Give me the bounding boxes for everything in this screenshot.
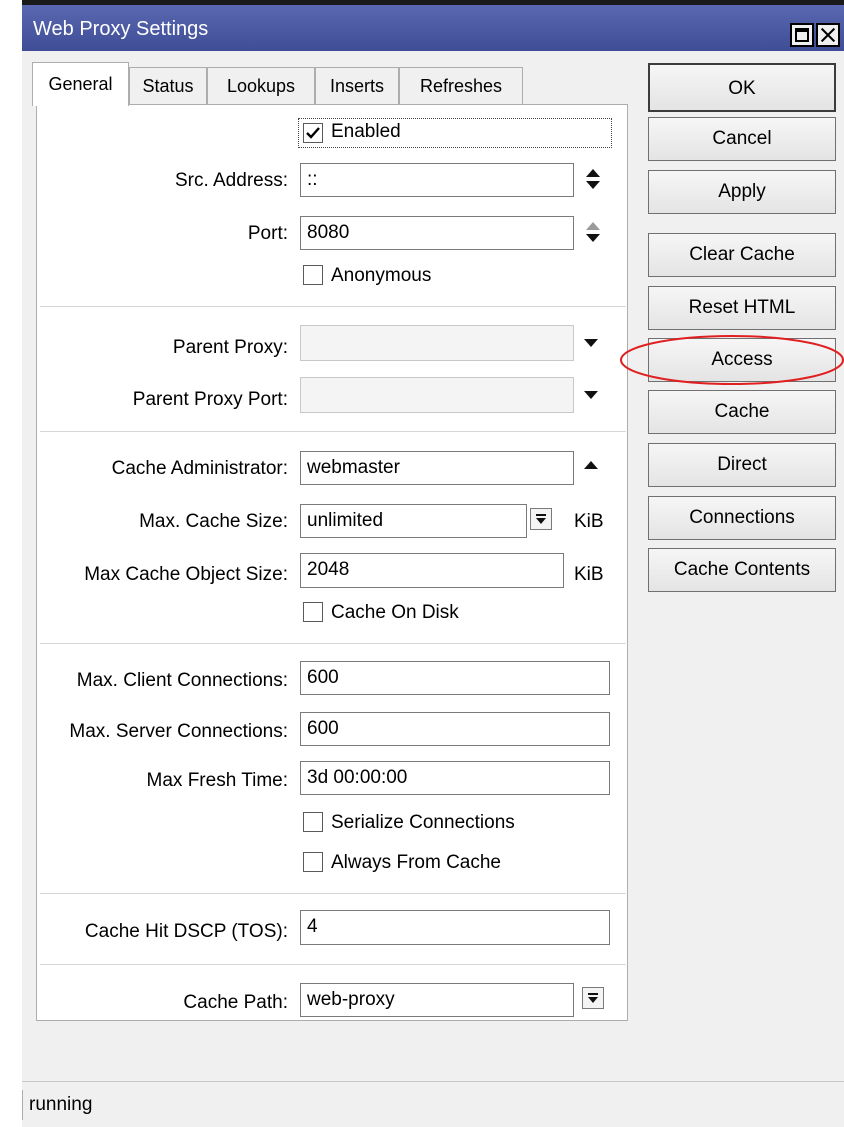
separator [40,643,626,644]
src-address-input[interactable]: :: [300,163,574,197]
parent-proxy-label: Parent Proxy: [172,337,288,358]
direct-button[interactable]: Direct [648,443,836,487]
serialize-connections-label: Serialize Connections [331,812,515,833]
max-cache-size-dropdown[interactable] [530,508,552,530]
cache-path-dropdown[interactable] [582,987,604,1009]
separator [40,893,626,894]
cache-path-input[interactable]: web-proxy [300,983,574,1017]
cache-administrator-input[interactable]: webmaster [300,451,574,485]
clear-cache-button[interactable]: Clear Cache [648,233,836,277]
dropdown-icon [536,514,546,524]
anonymous-label: Anonymous [331,265,432,286]
max-cache-object-size-input[interactable]: 2048 [300,553,564,588]
port-input[interactable]: 8080 [300,216,574,250]
max-cache-size-unit: KiB [574,511,604,532]
checkmark-icon [306,127,320,139]
up-down-arrows-icon[interactable] [585,168,601,190]
tab-refreshes[interactable]: Refreshes [399,67,523,104]
title-bar[interactable]: Web Proxy Settings [22,5,844,51]
max-cache-object-size-label: Max Cache Object Size: [84,564,288,585]
separator [40,306,626,307]
status-bar [22,1081,844,1127]
always-from-cache-label: Always From Cache [331,852,501,873]
parent-proxy-input[interactable] [300,325,574,361]
cancel-button[interactable]: Cancel [648,117,836,161]
connections-button[interactable]: Connections [648,496,836,540]
dropdown-icon [588,993,598,1003]
tab-status[interactable]: Status [129,67,207,104]
max-client-connections-label: Max. Client Connections: [76,670,288,691]
ok-button[interactable]: OK [648,63,836,112]
window-title: Web Proxy Settings [33,18,209,40]
max-cache-size-input[interactable]: unlimited [300,504,527,538]
cache-hit-dscp-label: Cache Hit DSCP (TOS): [84,921,288,942]
maximize-icon[interactable] [790,23,814,47]
collapse-arrow-icon[interactable] [583,460,599,470]
highlight-ellipse [620,335,844,385]
web-proxy-settings-window: Web Proxy Settings General Status Lookup… [22,0,844,1127]
cache-on-disk-label: Cache On Disk [331,602,459,623]
src-address-label: Src. Address: [175,170,288,191]
cache-administrator-label: Cache Administrator: [111,458,288,479]
max-fresh-time-input[interactable]: 3d 00:00:00 [300,761,610,795]
anonymous-checkbox[interactable] [303,265,323,285]
dropdown-arrow-icon[interactable] [583,390,599,400]
dropdown-arrow-icon[interactable] [583,338,599,348]
always-from-cache-checkbox[interactable] [303,852,323,872]
tab-lookups[interactable]: Lookups [207,67,315,104]
cache-contents-button[interactable]: Cache Contents [648,548,836,592]
max-server-connections-label: Max. Server Connections: [69,721,288,742]
max-server-connections-input[interactable]: 600 [300,712,610,746]
cache-hit-dscp-input[interactable]: 4 [300,910,610,945]
tab-inserts[interactable]: Inserts [315,67,399,104]
port-spin-arrows-icon[interactable] [585,221,601,243]
serialize-connections-checkbox[interactable] [303,812,323,832]
cache-button[interactable]: Cache [648,390,836,434]
status-text: running [22,1090,92,1120]
parent-proxy-port-input[interactable] [300,377,574,413]
enabled-checkbox[interactable] [303,123,323,143]
close-icon[interactable] [816,23,840,47]
max-fresh-time-label: Max Fresh Time: [146,770,288,791]
parent-proxy-port-label: Parent Proxy Port: [132,389,288,410]
tab-general[interactable]: General [32,62,129,106]
max-cache-size-label: Max. Cache Size: [139,511,288,532]
max-cache-object-size-unit: KiB [574,564,604,585]
port-label: Port: [247,223,288,244]
max-client-connections-input[interactable]: 600 [300,661,610,695]
apply-button[interactable]: Apply [648,170,836,214]
separator [40,964,626,965]
cache-path-label: Cache Path: [183,992,288,1013]
reset-html-button[interactable]: Reset HTML [648,286,836,330]
cache-on-disk-checkbox[interactable] [303,602,323,622]
enabled-label: Enabled [331,121,401,142]
separator [40,431,626,432]
